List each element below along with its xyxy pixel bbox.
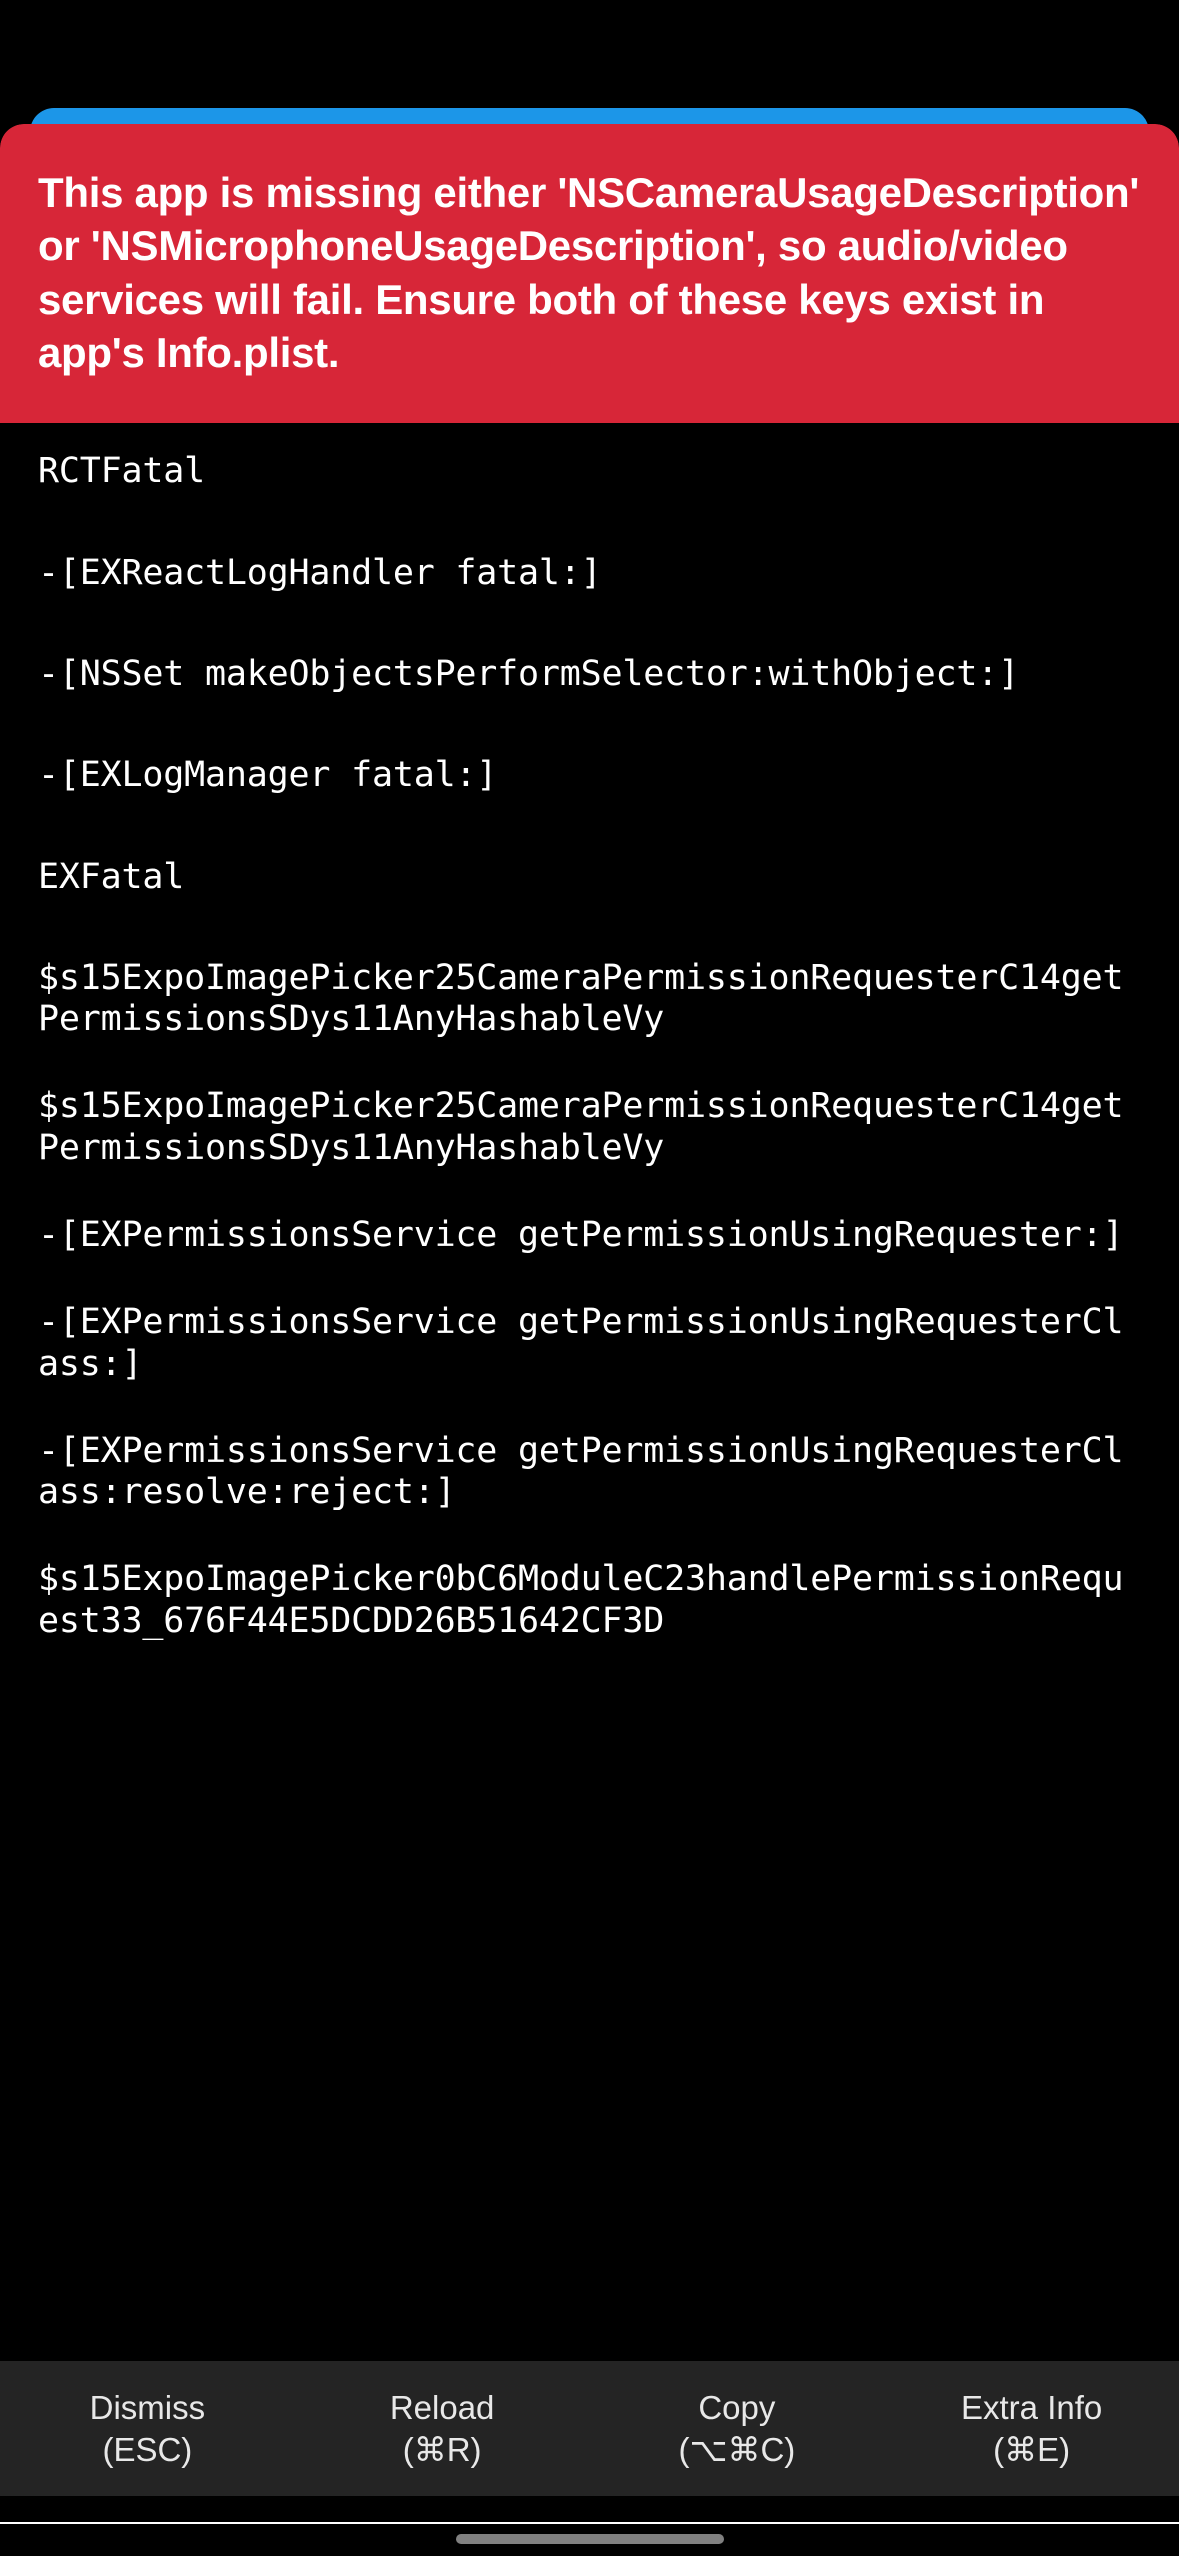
- button-label: Copy: [698, 2387, 775, 2428]
- stack-frame: -[EXPermissionsService getPermissionUsin…: [38, 1215, 1141, 1256]
- stack-frame: -[EXPermissionsService getPermissionUsin…: [38, 1302, 1141, 1385]
- home-indicator[interactable]: [456, 2534, 724, 2544]
- copy-button[interactable]: Copy (⌥⌘C): [590, 2361, 885, 2496]
- button-label: Dismiss: [90, 2387, 205, 2428]
- dismiss-button[interactable]: Dismiss (ESC): [0, 2361, 295, 2496]
- stack-frame: $s15ExpoImagePicker25CameraPermissionReq…: [38, 958, 1141, 1041]
- stack-trace[interactable]: RCTFatal -[EXReactLogHandler fatal:] -[N…: [0, 423, 1179, 2361]
- extra-info-button[interactable]: Extra Info (⌘E): [884, 2361, 1179, 2496]
- stack-frame: RCTFatal: [38, 451, 1141, 492]
- button-shortcut: (ESC): [102, 2429, 192, 2470]
- error-header: This app is missing either 'NSCameraUsag…: [0, 124, 1179, 423]
- button-shortcut: (⌘R): [403, 2429, 482, 2470]
- stack-frame: EXFatal: [38, 857, 1141, 898]
- button-label: Reload: [390, 2387, 495, 2428]
- reload-button[interactable]: Reload (⌘R): [295, 2361, 590, 2496]
- stack-frame: $s15ExpoImagePicker0bC6ModuleC23handlePe…: [38, 1559, 1141, 1642]
- footer-spacer: [0, 2496, 1179, 2556]
- button-shortcut: (⌥⌘C): [678, 2429, 795, 2470]
- error-panel: This app is missing either 'NSCameraUsag…: [0, 124, 1179, 2556]
- button-label: Extra Info: [961, 2387, 1102, 2428]
- stack-frame: -[EXPermissionsService getPermissionUsin…: [38, 1431, 1141, 1514]
- stack-frame: -[EXLogManager fatal:]: [38, 755, 1141, 796]
- stack-frame: $s15ExpoImagePicker25CameraPermissionReq…: [38, 1086, 1141, 1169]
- stack-frame: -[EXReactLogHandler fatal:]: [38, 553, 1141, 594]
- error-title: This app is missing either 'NSCameraUsag…: [38, 166, 1141, 379]
- button-shortcut: (⌘E): [993, 2429, 1070, 2470]
- footer-toolbar: Dismiss (ESC) Reload (⌘R) Copy (⌥⌘C) Ext…: [0, 2361, 1179, 2496]
- stack-frame: -[NSSet makeObjectsPerformSelector:withO…: [38, 654, 1141, 695]
- bottom-separator: [0, 2522, 1179, 2524]
